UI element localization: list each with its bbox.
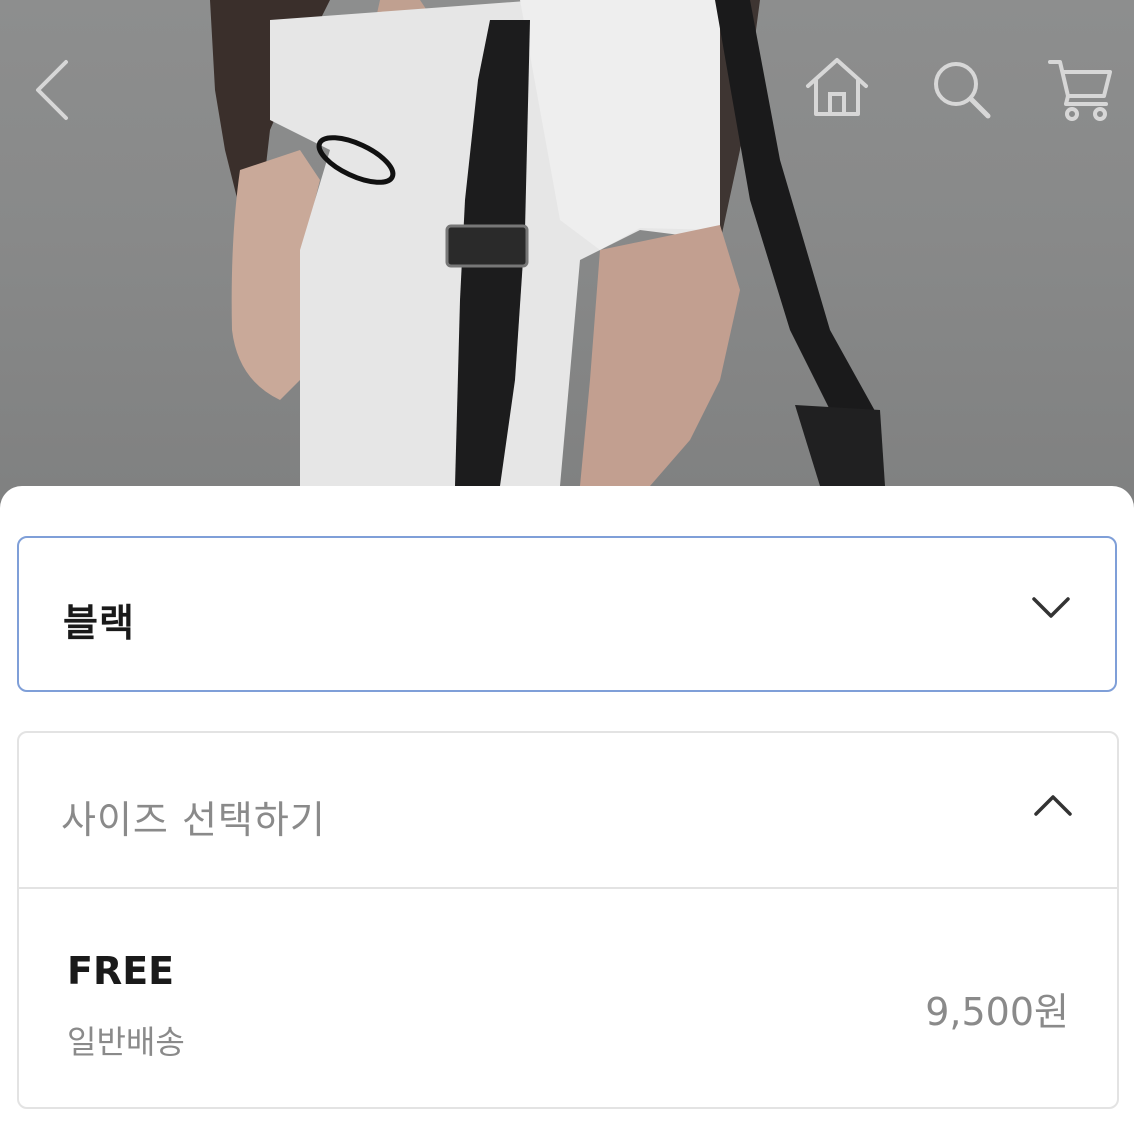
size-select-panel: 사이즈 선택하기 FREE 일반배송 9,500원 xyxy=(17,731,1119,1109)
cart-icon xyxy=(1048,60,1112,121)
chevron-down-icon xyxy=(1031,596,1071,624)
home-button[interactable] xyxy=(804,56,870,118)
chevron-up-icon xyxy=(1033,793,1073,821)
product-image xyxy=(0,0,1134,520)
size-select-placeholder: 사이즈 선택하기 xyxy=(61,798,326,842)
option-price: 9,500원 xyxy=(925,990,1069,1034)
cart-button[interactable] xyxy=(1048,56,1114,122)
size-select-header[interactable]: 사이즈 선택하기 xyxy=(19,733,1117,889)
option-shipping: 일반배송 xyxy=(67,1023,185,1061)
search-button[interactable] xyxy=(930,58,992,120)
color-select[interactable]: 블랙 xyxy=(17,536,1117,692)
home-icon xyxy=(806,58,868,116)
size-option-free[interactable]: FREE 일반배송 9,500원 xyxy=(19,889,1117,1107)
search-icon xyxy=(934,62,991,119)
top-navigation-bar xyxy=(0,0,1134,180)
option-name: FREE xyxy=(67,949,175,993)
back-button[interactable] xyxy=(28,58,76,122)
chevron-left-icon xyxy=(36,60,68,120)
color-select-value: 블랙 xyxy=(63,601,135,645)
